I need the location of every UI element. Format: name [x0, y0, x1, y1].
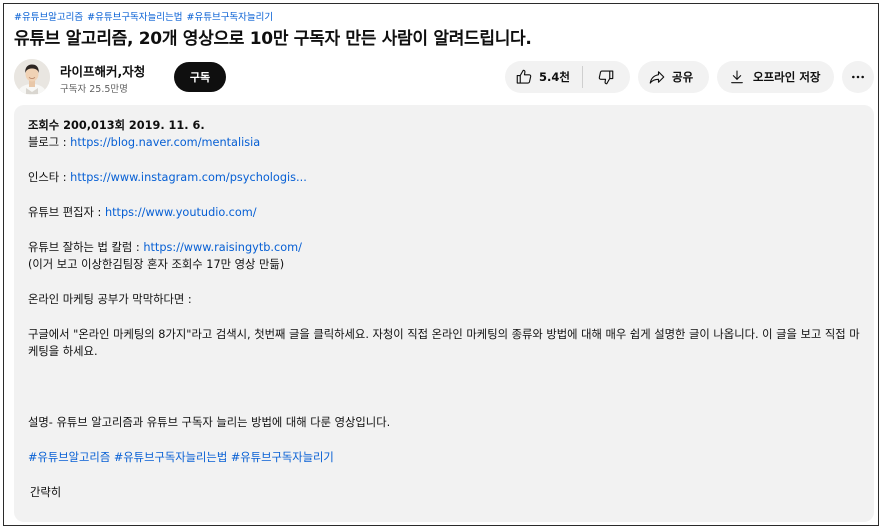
blog-label: 블로그 : — [28, 136, 71, 149]
share-button[interactable]: 공유 — [638, 61, 709, 93]
video-info-panel: #유튜브알고리즘 #유튜브구독자늘리는법 #유튜브구독자늘리기 유튜브 알고리즘, … — [3, 3, 879, 526]
marketing-intro: 온라인 마케팅 공부가 막막하다면 : — [28, 293, 192, 306]
title-hashtags: #유튜브알고리즘 #유튜브구독자늘리는법 #유튜브구독자늘리기 — [14, 9, 277, 23]
view-stats: 조회수 200,013회 2019. 11. 6. — [28, 119, 205, 132]
avatar-image — [14, 59, 50, 95]
column-line: 유튜브 잘하는 법 칼럼 : https://www.raisingytb.co… — [28, 239, 860, 256]
hashtag-link[interactable]: #유튜브구독자늘리기 — [231, 451, 334, 464]
channel-name[interactable]: 라이프해커,자청 — [60, 61, 145, 80]
instagram-label: 인스타 : — [28, 171, 71, 184]
instagram-link[interactable]: https://www.instagram.com/psychologis... — [70, 171, 307, 184]
offline-save-label: 오프라인 저장 — [753, 70, 821, 84]
editor-label: 유튜브 편집자 : — [28, 206, 105, 219]
collapse-button[interactable]: 간략히 — [28, 484, 860, 501]
dislike-button[interactable] — [583, 61, 629, 93]
instagram-line: 인스타 : https://www.instagram.com/psycholo… — [28, 169, 860, 186]
thumbs-up-icon — [516, 69, 532, 84]
hashtag-link[interactable]: #유튜브알고리즘 — [28, 451, 110, 464]
more-icon — [852, 75, 864, 79]
marketing-text: 구글에서 "온라인 마케팅의 8가지"라고 검색시, 첫번째 글을 클릭하세요.… — [28, 328, 860, 358]
hashtag-link[interactable]: #유튜브구독자늘리는법 — [114, 451, 227, 464]
column-note: (이거 보고 이상한김팀장 혼자 조회수 17만 영상 만듦) — [28, 258, 285, 271]
hashtag-link[interactable]: #유튜브구독자늘리기 — [187, 12, 274, 23]
subscriber-count: 구독자 25.5만명 — [60, 84, 128, 95]
column-link[interactable]: https://www.raisingytb.com/ — [143, 241, 302, 254]
offline-save-button[interactable]: 오프라인 저장 — [717, 61, 834, 93]
like-button[interactable]: 5.4천 — [505, 66, 583, 88]
channel-avatar[interactable] — [14, 59, 50, 95]
subscribe-button[interactable]: 구독 — [174, 62, 226, 92]
more-actions-button[interactable] — [842, 61, 874, 93]
hashtag-link[interactable]: #유튜브알고리즘 — [14, 12, 83, 23]
thumbs-down-icon — [598, 70, 614, 85]
share-label: 공유 — [672, 70, 694, 84]
description-summary: 설명- 유튜브 알고리즘과 유튜브 구독자 늘리는 방법에 대해 다룬 영상입니… — [28, 416, 391, 429]
blog-line: 블로그 : https://blog.naver.com/mentalisia — [28, 134, 860, 151]
editor-link[interactable]: https://www.youtudio.com/ — [105, 206, 257, 219]
blog-link[interactable]: https://blog.naver.com/mentalisia — [70, 136, 260, 149]
download-icon — [731, 70, 743, 84]
like-count: 5.4천 — [539, 70, 570, 84]
editor-line: 유튜브 편집자 : https://www.youtudio.com/ — [28, 204, 860, 221]
description-hashtags: #유튜브알고리즘 #유튜브구독자늘리는법 #유튜브구독자늘리기 — [28, 449, 860, 466]
share-icon — [649, 71, 665, 84]
video-title: 유튜브 알고리즘, 20개 영상으로 10만 구독자 만든 사람이 알려드립니다… — [14, 29, 532, 49]
hashtag-link[interactable]: #유튜브구독자늘리는법 — [87, 12, 182, 23]
description-box[interactable]: 조회수 200,013회 2019. 11. 6. 블로그 : https://… — [14, 105, 874, 522]
column-label: 유튜브 잘하는 법 칼럼 : — [28, 241, 144, 254]
like-dislike-group: 5.4천 — [505, 61, 630, 93]
